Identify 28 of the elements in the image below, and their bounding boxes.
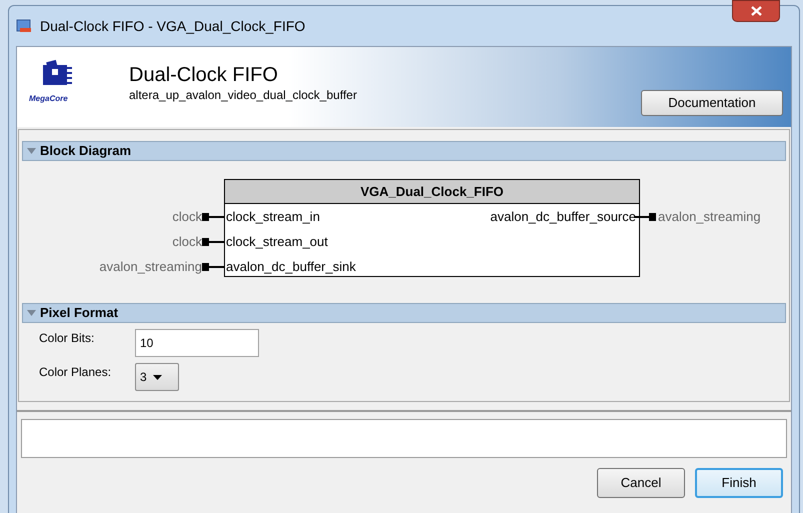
- input-field[interactable]: 10: [135, 329, 259, 357]
- section-title: Pixel Format: [40, 304, 118, 322]
- port-label: avalon_streaming: [658, 208, 761, 226]
- dropdown[interactable]: 3: [135, 363, 179, 391]
- caret-icon: [152, 374, 162, 380]
- dialog-button[interactable]: Cancel: [597, 468, 685, 498]
- close-button[interactable]: [732, 0, 780, 22]
- port-label: avalon_streaming: [99, 258, 202, 276]
- field-label: Color Planes:: [39, 364, 112, 381]
- field-label: Color Bits:: [39, 330, 96, 347]
- section-header[interactable]: Block Diagram: [22, 141, 786, 161]
- section-title: Block Diagram: [40, 142, 132, 160]
- port-name: avalon_dc_buffer_sink: [226, 258, 356, 276]
- component-title: VGA_Dual_Clock_FIFO: [225, 180, 639, 204]
- port-name: clock_stream_in: [226, 208, 321, 226]
- port-name: clock_stream_out: [226, 233, 329, 251]
- documentation-button[interactable]: Documentation: [641, 90, 783, 116]
- close-icon: [750, 6, 762, 16]
- port-name: avalon_dc_buffer_source: [490, 208, 636, 226]
- dialog-button[interactable]: Finish: [695, 468, 783, 498]
- header-subtitle: altera_up_avalon_video_dual_clock_buffer: [129, 87, 357, 103]
- port-label: clock: [172, 208, 202, 226]
- section-header[interactable]: Pixel Format: [22, 303, 786, 323]
- header-title: Dual-Clock FIFO: [129, 63, 279, 87]
- port-label: clock: [172, 233, 202, 251]
- app-icon: [16, 19, 32, 33]
- window-title: Dual-Clock FIFO - VGA_Dual_Clock_FIFO: [40, 16, 306, 36]
- logo-text: MegaCore: [29, 93, 68, 105]
